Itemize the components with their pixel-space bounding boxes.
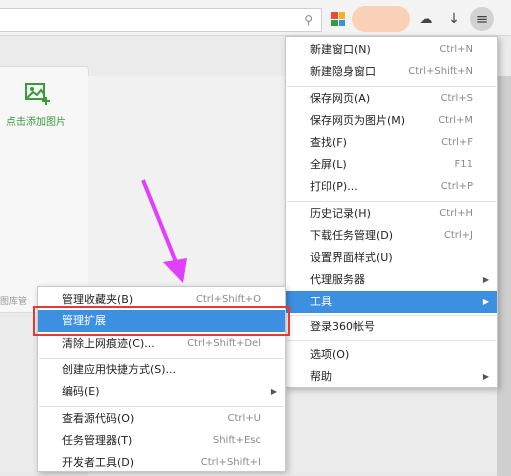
menu-item-print[interactable]: 打印(P)... Ctrl+P bbox=[286, 176, 497, 198]
submenu-item-view-source[interactable]: 查看源代码(O) Ctrl+U bbox=[38, 408, 285, 430]
menu-separator bbox=[39, 406, 284, 407]
address-bar[interactable]: ⚲ bbox=[0, 8, 322, 32]
menu-item-save-as-image[interactable]: 保存网页为图片(M) Ctrl+M bbox=[286, 110, 497, 132]
menu-item-save-page[interactable]: 保存网页(A) Ctrl+S bbox=[286, 88, 497, 110]
add-image-label[interactable]: 点击添加图片 bbox=[6, 113, 66, 128]
submenu-arrow-icon: ▶ bbox=[482, 297, 489, 306]
gallery-label: 图库管 bbox=[0, 297, 28, 307]
menu-item-fullscreen[interactable]: 全屏(L) F11 bbox=[286, 154, 497, 176]
cloud-icon[interactable]: ☁ bbox=[416, 9, 436, 29]
submenu-arrow-icon: ▶ bbox=[482, 275, 489, 284]
menu-item-new-incognito[interactable]: 新建隐身窗口 Ctrl+Shift+N bbox=[286, 61, 497, 83]
hamburger-menu-icon[interactable]: ≡ bbox=[470, 7, 494, 31]
submenu-item-task-manager[interactable]: 任务管理器(T) Shift+Esc bbox=[38, 430, 285, 452]
menu-item-login-360[interactable]: 登录360帐号 bbox=[286, 316, 497, 338]
submenu-item-create-shortcut[interactable]: 创建应用快捷方式(S)... bbox=[38, 359, 285, 381]
menu-item-ui-style[interactable]: 设置界面样式(U) bbox=[286, 247, 497, 269]
submenu-arrow-icon: ▶ bbox=[482, 372, 489, 381]
menu-item-new-window[interactable]: 新建窗口(N) Ctrl+N bbox=[286, 39, 497, 61]
avatar[interactable] bbox=[352, 6, 410, 32]
menu-item-history[interactable]: 历史记录(H) Ctrl+H bbox=[286, 203, 497, 225]
menu-item-downloads[interactable]: 下载任务管理(D) Ctrl+J bbox=[286, 225, 497, 247]
menu-item-proxy[interactable]: 代理服务器 ▶ bbox=[286, 269, 497, 291]
menu-separator bbox=[287, 201, 496, 202]
search-icon[interactable]: ⚲ bbox=[304, 13, 313, 27]
submenu-arrow-icon: ▶ bbox=[270, 387, 277, 396]
submenu-item-clear-history[interactable]: 清除上网痕迹(C)... Ctrl+Shift+Del bbox=[38, 333, 285, 355]
menu-separator bbox=[287, 340, 496, 341]
submenu-item-encoding[interactable]: 编码(E) ▶ bbox=[38, 381, 285, 403]
menu-item-tools[interactable]: 工具 ▶ bbox=[286, 291, 497, 313]
scrollbar[interactable] bbox=[497, 76, 511, 476]
apps-grid-icon[interactable] bbox=[328, 9, 348, 29]
menu-item-find[interactable]: 查找(F) Ctrl+F bbox=[286, 132, 497, 154]
menu-item-options[interactable]: 选项(O) bbox=[286, 344, 497, 366]
browser-toolbar: ⚲ ☁ ↓ ≡ bbox=[0, 0, 511, 36]
menu-separator bbox=[287, 86, 496, 87]
main-menu: 新建窗口(N) Ctrl+N 新建隐身窗口 Ctrl+Shift+N 保存网页(A)… bbox=[285, 36, 498, 388]
annotation-red-box bbox=[33, 306, 290, 336]
add-image-card[interactable]: 点击添加图片 bbox=[0, 66, 89, 313]
download-arrow-icon[interactable]: ↓ bbox=[444, 9, 464, 29]
menu-item-help[interactable]: 帮助 ▶ bbox=[286, 366, 497, 388]
submenu-item-dev-tools[interactable]: 开发者工具(D) Ctrl+Shift+I bbox=[38, 452, 285, 474]
add-image-icon bbox=[25, 83, 50, 105]
